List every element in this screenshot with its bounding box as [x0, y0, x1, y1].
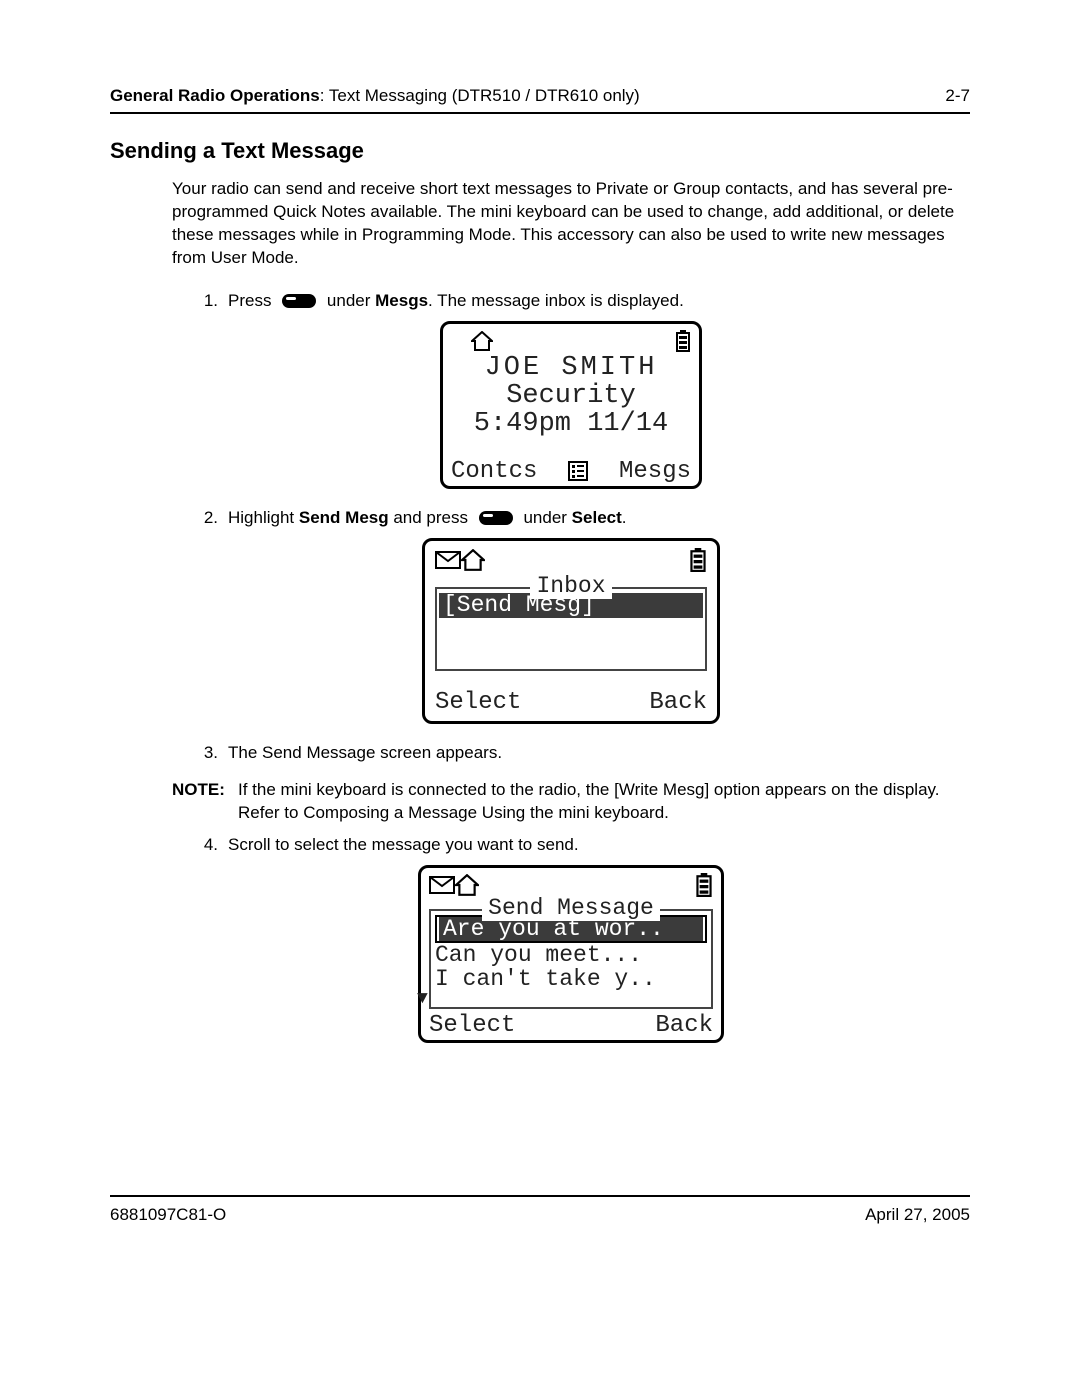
lcd1-username: JOE SMITH: [451, 354, 691, 382]
battery-icon: [695, 873, 713, 897]
header-section-rest: : Text Messaging (DTR510 / DTR610 only): [320, 86, 640, 105]
lcd1-time: 5:49pm 11/14: [451, 410, 691, 438]
header-left: General Radio Operations: Text Messaging…: [110, 86, 640, 106]
envelope-icon: [429, 876, 455, 894]
lcd2-group: Inbox [Send Mesg]: [435, 587, 707, 671]
home-icon: [471, 331, 675, 351]
step-1-text: Press under Mesgs. The message inbox is …: [228, 290, 970, 313]
lcd1-right-softkey: Mesgs: [619, 459, 691, 484]
page-footer: 6881097C81-O April 27, 2005: [110, 1195, 970, 1225]
lcd-inbox-screen: Inbox [Send Mesg] Select Back: [422, 538, 720, 724]
footer-date: April 27, 2005: [865, 1205, 970, 1225]
step-2-pre: Highlight: [228, 508, 299, 527]
step-1: 1. Press under Mesgs. The message inbox …: [172, 290, 970, 313]
scroll-down-arrow-icon: ▼: [417, 990, 428, 1009]
lcd3-group: Send Message Are you at wor.. Can you me…: [429, 909, 713, 1009]
lcd3-left-softkey: Select: [429, 1013, 515, 1038]
step-2-num: 2.: [172, 507, 228, 530]
step-1-post: . The message inbox is displayed.: [428, 291, 684, 310]
lcd1-left-softkey: Contcs: [451, 459, 537, 484]
step-2-select: Select: [572, 508, 622, 527]
lcd3-group-title: Send Message: [431, 896, 711, 920]
step-3-num: 3.: [172, 742, 228, 765]
home-icon: [461, 549, 689, 571]
lcd-home-screen: JOE SMITH Security 5:49pm 11/14 Contcs M…: [440, 321, 702, 489]
step-3: 3. The Send Message screen appears.: [172, 742, 970, 765]
lcd2-title-text: Inbox: [530, 573, 611, 599]
step-2-mid: and press: [389, 508, 473, 527]
note-pre: If the mini keyboard is connected to the…: [238, 780, 614, 799]
footer-docid: 6881097C81-O: [110, 1205, 226, 1225]
step-2-post: .: [622, 508, 627, 527]
lcd2-group-title: Inbox: [437, 574, 705, 599]
step-1-mesgs: Mesgs: [375, 291, 428, 310]
page-number: 2-7: [945, 86, 970, 106]
lcd3-title-text: Send Message: [482, 895, 660, 921]
lcd1-group: Security: [451, 382, 691, 410]
step-2-under: under: [519, 508, 572, 527]
header-rule: [110, 112, 970, 114]
step-4-num: 4.: [172, 834, 228, 857]
note-writemesg: [Write Mesg]: [614, 780, 709, 799]
step-2-text: Highlight Send Mesg and press under Sele…: [228, 507, 970, 530]
step-4-text: Scroll to select the message you want to…: [228, 834, 970, 857]
note-text: If the mini keyboard is connected to the…: [238, 779, 970, 825]
lcd2-left-softkey: Select: [435, 690, 521, 716]
step-4: 4. Scroll to select the message you want…: [172, 834, 970, 857]
lcd3-option-3: I can't take y..: [435, 967, 707, 991]
section-title: Sending a Text Message: [110, 138, 970, 164]
battery-icon: [675, 330, 691, 352]
step-1-under: under: [322, 291, 375, 310]
list-icon: [568, 461, 588, 481]
lcd3-statusbar: [429, 872, 713, 897]
step-1-num: 1.: [172, 290, 228, 313]
lcd1-statusbar: [451, 328, 691, 354]
step-2: 2. Highlight Send Mesg and press under S…: [172, 507, 970, 530]
intro-paragraph: Your radio can send and receive short te…: [172, 178, 970, 270]
step-3-text: The Send Message screen appears.: [228, 742, 970, 765]
step-2-sendmesg: Send Mesg: [299, 508, 389, 527]
note-label: NOTE:: [172, 779, 238, 802]
lcd3-option-2: Can you meet...: [435, 943, 707, 967]
step-1-pre: Press: [228, 291, 276, 310]
softkey-icon: [479, 511, 513, 525]
lcd2-statusbar: [435, 547, 707, 573]
lcd-send-message-screen: Send Message Are you at wor.. Can you me…: [418, 865, 724, 1043]
lcd2-right-softkey: Back: [649, 690, 707, 716]
softkey-icon: [282, 294, 316, 308]
page-header: General Radio Operations: Text Messaging…: [110, 86, 970, 106]
envelope-icon: [435, 551, 461, 569]
battery-icon: [689, 548, 707, 572]
header-section-bold: General Radio Operations: [110, 86, 320, 105]
lcd3-right-softkey: Back: [655, 1013, 713, 1038]
home-icon: [455, 874, 695, 896]
note: NOTE: If the mini keyboard is connected …: [172, 779, 970, 825]
